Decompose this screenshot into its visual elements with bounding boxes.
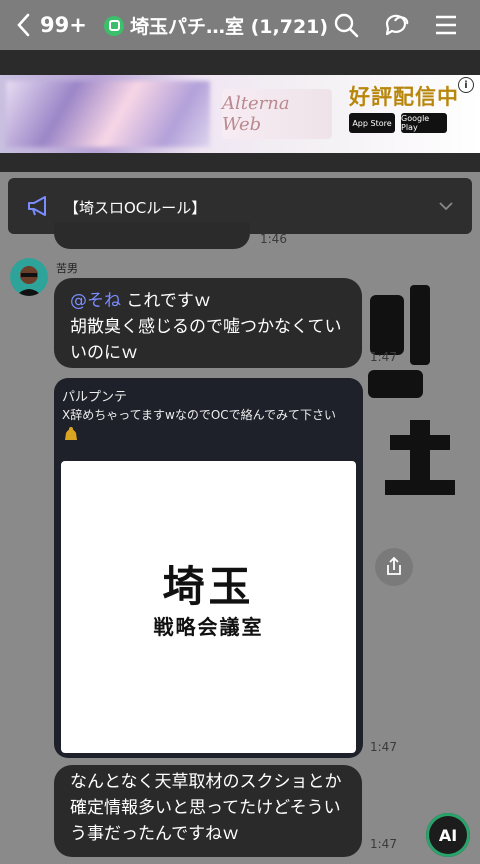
ad-banner[interactable]: Alterna Web 好評配信中 App Store Google Play …: [0, 75, 480, 153]
menu-icon[interactable]: [432, 11, 460, 39]
ad-info-icon[interactable]: i: [458, 77, 474, 93]
message-text: これですｗ: [121, 291, 211, 311]
logo-main-text: 埼玉: [162, 562, 255, 611]
chat-title-text: 埼玉パチ…室 (1,721): [130, 16, 329, 38]
message-bubble[interactable]: なんとなく天草取材のスクショとか確定情報多いと思ってたけどそういう事だったんです…: [54, 765, 362, 857]
share-button[interactable]: [375, 548, 413, 586]
app-store-badge[interactable]: App Store: [349, 113, 395, 133]
mention[interactable]: @そね: [70, 291, 121, 311]
avatar[interactable]: [10, 258, 48, 296]
message-time: 1:47: [370, 740, 397, 754]
unread-count[interactable]: 99+: [40, 13, 87, 37]
sender-name: 苦男: [56, 262, 78, 275]
back-button[interactable]: [14, 12, 40, 38]
avatar-face-icon: [16, 266, 42, 296]
card-image[interactable]: 埼玉 戦略会議室: [61, 461, 356, 753]
google-play-badge[interactable]: Google Play: [401, 113, 447, 133]
message-time: 1:47: [370, 837, 397, 851]
ad-image: [6, 81, 210, 147]
chat-bubbles-icon[interactable]: [383, 11, 411, 39]
card-description: X辞めちゃってますwなのでOCで絡んでみて下さい: [62, 408, 337, 422]
chat-header: 99+ 埼玉パチ…室 (1,721): [0, 0, 480, 50]
notice-text: 【埼スロOCルール】: [64, 199, 207, 217]
chevron-down-icon[interactable]: [438, 198, 454, 214]
chevron-left-icon: [17, 13, 30, 37]
message-text-cont: 胡散臭く感じるので嘘つかなくていいのにｗ: [70, 317, 342, 363]
emoji-icon: [65, 427, 77, 440]
logo-sub-text: 戦略会議室: [153, 615, 264, 639]
ad-headline: 好評配信中: [349, 85, 459, 109]
ad-logo: Alterna Web: [222, 89, 332, 139]
openchat-icon: [104, 15, 124, 36]
message-text: なんとなく天草取材のスクショとか確定情報多いと思ってたけどそういう事だったんです…: [70, 772, 342, 844]
share-icon: [387, 556, 401, 575]
search-icon[interactable]: [332, 11, 360, 39]
message-time: 1:47: [370, 350, 397, 364]
message-bubble-previous[interactable]: [54, 222, 250, 249]
wallpaper-art: [368, 285, 455, 495]
shared-post-card[interactable]: パルプンテ X辞めちゃってますwなのでOCで絡んでみて下さい 埼玉 戦略会議室: [54, 378, 363, 758]
message-bubble[interactable]: @そね これですｗ 胡散臭く感じるので嘘つかなくていいのにｗ: [54, 278, 362, 368]
card-title: パルプンテ: [62, 390, 128, 405]
megaphone-icon: [28, 196, 46, 216]
ai-button[interactable]: AI: [426, 813, 470, 857]
message-time: 1:46: [260, 232, 287, 246]
chat-title[interactable]: 埼玉パチ…室 (1,721): [104, 12, 328, 39]
